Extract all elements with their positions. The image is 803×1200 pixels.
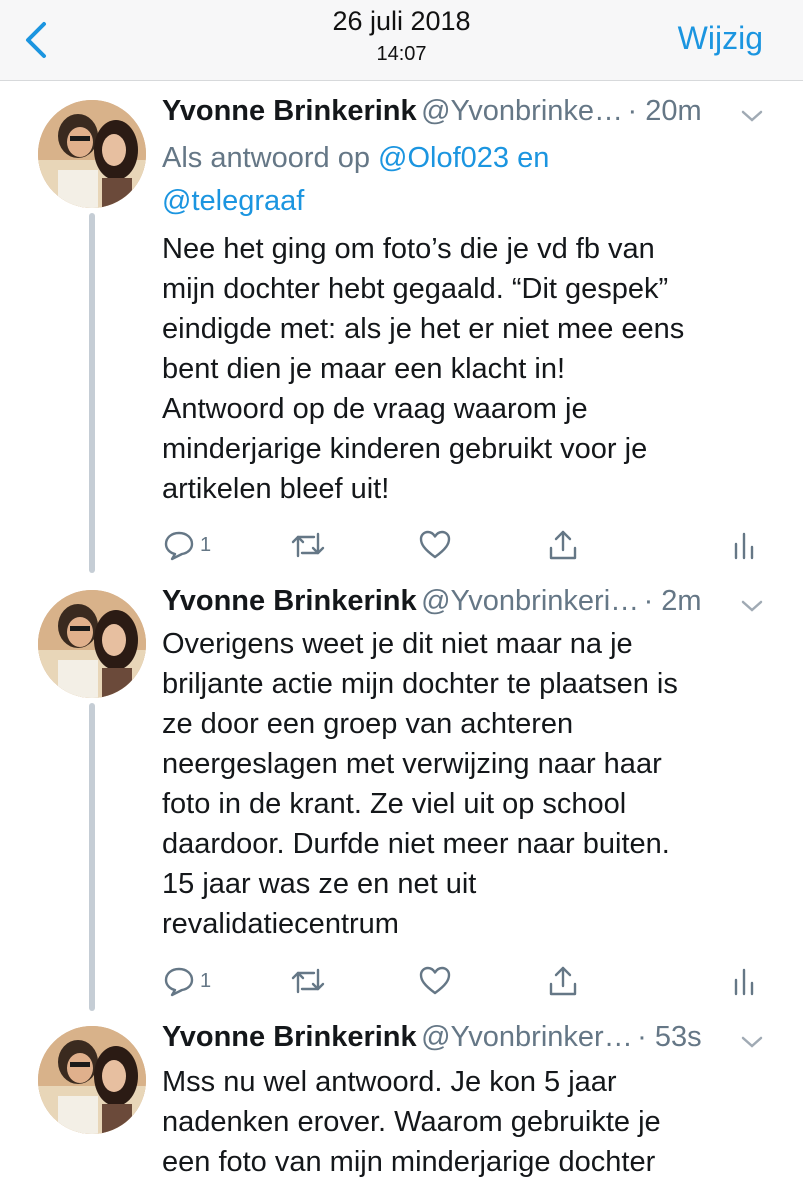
tweet-header: Yvonne Brinkerink @Yvonbrinker… · 53s xyxy=(162,1021,785,1061)
share-button[interactable] xyxy=(546,961,580,1001)
text-line: Nee het ging om foto’s die je vd fb van xyxy=(162,233,655,265)
tweet-text: Nee het ging om foto’s die je vd fb van … xyxy=(162,229,772,509)
text-line: nadenken erover. Waarom gebruikte je xyxy=(162,1106,661,1138)
chevron-down-icon[interactable] xyxy=(739,107,765,125)
author-handle[interactable]: @Yvonbrinke… xyxy=(421,95,623,127)
reply-context: Als antwoord op @Olof023 en @telegraaf xyxy=(162,137,762,223)
text-line: Overigens weet je dit niet maar na je xyxy=(162,628,633,660)
text-line: artikelen bleef uit! xyxy=(162,473,390,505)
reply-bubble-icon xyxy=(164,967,194,997)
avatar-photo xyxy=(38,1026,146,1134)
reply-button[interactable]: 1 xyxy=(162,961,211,1001)
share-icon xyxy=(549,530,577,560)
thread-line xyxy=(89,703,95,1011)
author-handle[interactable]: @Yvonbrinkeri… xyxy=(421,585,639,617)
reply-count: 1 xyxy=(200,969,212,992)
tweet-time: · 53s xyxy=(637,1021,702,1053)
text-line: revalidatiecentrum xyxy=(162,908,399,940)
like-button[interactable] xyxy=(418,525,452,565)
heart-icon xyxy=(419,530,451,559)
text-line: 15 jaar was ze en net uit xyxy=(162,868,477,900)
avatar-photo xyxy=(38,100,146,208)
text-line: mijn dochter hebt gegaald. “Dit gespek” xyxy=(162,273,669,305)
chevron-down-icon[interactable] xyxy=(739,597,765,615)
tweet-header: Yvonne Brinkerink @Yvonbrinke… · 20m xyxy=(162,95,785,135)
retweet-button[interactable] xyxy=(290,525,326,565)
tweet-text: Overigens weet je dit niet maar na je br… xyxy=(162,624,772,944)
tweet-time: · 20m xyxy=(627,95,702,127)
text-line: een foto van mijn minderjarige dochter xyxy=(162,1146,656,1178)
author-handle[interactable]: @Yvonbrinker… xyxy=(421,1021,633,1053)
thread-line xyxy=(89,213,95,573)
tweet-actions: 1 xyxy=(162,961,772,1001)
analytics-button[interactable] xyxy=(732,525,756,565)
avatar[interactable] xyxy=(38,1026,146,1134)
text-line: bent dien je maar een klacht in! xyxy=(162,353,566,385)
mention-link[interactable]: @telegraaf xyxy=(162,185,304,217)
text-line: neergeslagen met verwijzing naar haar xyxy=(162,748,662,780)
analytics-button[interactable] xyxy=(732,961,756,1001)
retweet-icon xyxy=(291,968,325,994)
edit-button[interactable]: Wijzig xyxy=(678,20,763,57)
author-name[interactable]: Yvonne Brinkerink xyxy=(162,1021,417,1053)
retweet-button[interactable] xyxy=(290,961,326,1001)
avatar[interactable] xyxy=(38,590,146,698)
text-line: foto in de krant. Ze viel uit op school xyxy=(162,788,627,820)
chevron-down-icon[interactable] xyxy=(739,1033,765,1051)
reply-prefix: Als antwoord op xyxy=(162,142,379,174)
tweet-header: Yvonne Brinkerink @Yvonbrinkeri… · 2m xyxy=(162,585,785,625)
like-button[interactable] xyxy=(418,961,452,1001)
heart-icon xyxy=(419,966,451,995)
text-line: Antwoord op de vraag waarom je xyxy=(162,393,588,425)
text-line: minderjarige kinderen gebruikt voor je xyxy=(162,433,648,465)
text-line: eindigde met: als je het er niet mee een… xyxy=(162,313,685,345)
mention-link[interactable]: @Olof023 xyxy=(378,142,509,174)
nav-header: 26 juli 2018 14:07 Wijzig xyxy=(0,0,803,81)
author-name[interactable]: Yvonne Brinkerink xyxy=(162,585,417,617)
reply-button[interactable]: 1 xyxy=(162,525,211,565)
tweet-actions: 1 xyxy=(162,525,772,565)
tweet-time: · 2m xyxy=(643,585,702,617)
tweet-text: Mss nu wel antwoord. Je kon 5 jaar naden… xyxy=(162,1062,772,1182)
text-line: Mss nu wel antwoord. Je kon 5 jaar xyxy=(162,1066,617,1098)
analytics-bars-icon xyxy=(734,968,754,996)
reply-bubble-icon xyxy=(164,531,194,561)
author-name[interactable]: Yvonne Brinkerink xyxy=(162,95,417,127)
share-icon xyxy=(549,966,577,996)
analytics-bars-icon xyxy=(734,532,754,560)
reply-and: en xyxy=(509,142,550,174)
text-line: daardoor. Durfde niet meer naar buiten. xyxy=(162,828,670,860)
retweet-icon xyxy=(291,532,325,558)
share-button[interactable] xyxy=(546,525,580,565)
reply-count: 1 xyxy=(200,533,212,556)
text-line: ze door een groep van achteren xyxy=(162,708,574,740)
avatar-photo xyxy=(38,590,146,698)
text-line: briljante actie mijn dochter te plaatsen… xyxy=(162,668,678,700)
avatar[interactable] xyxy=(38,100,146,208)
